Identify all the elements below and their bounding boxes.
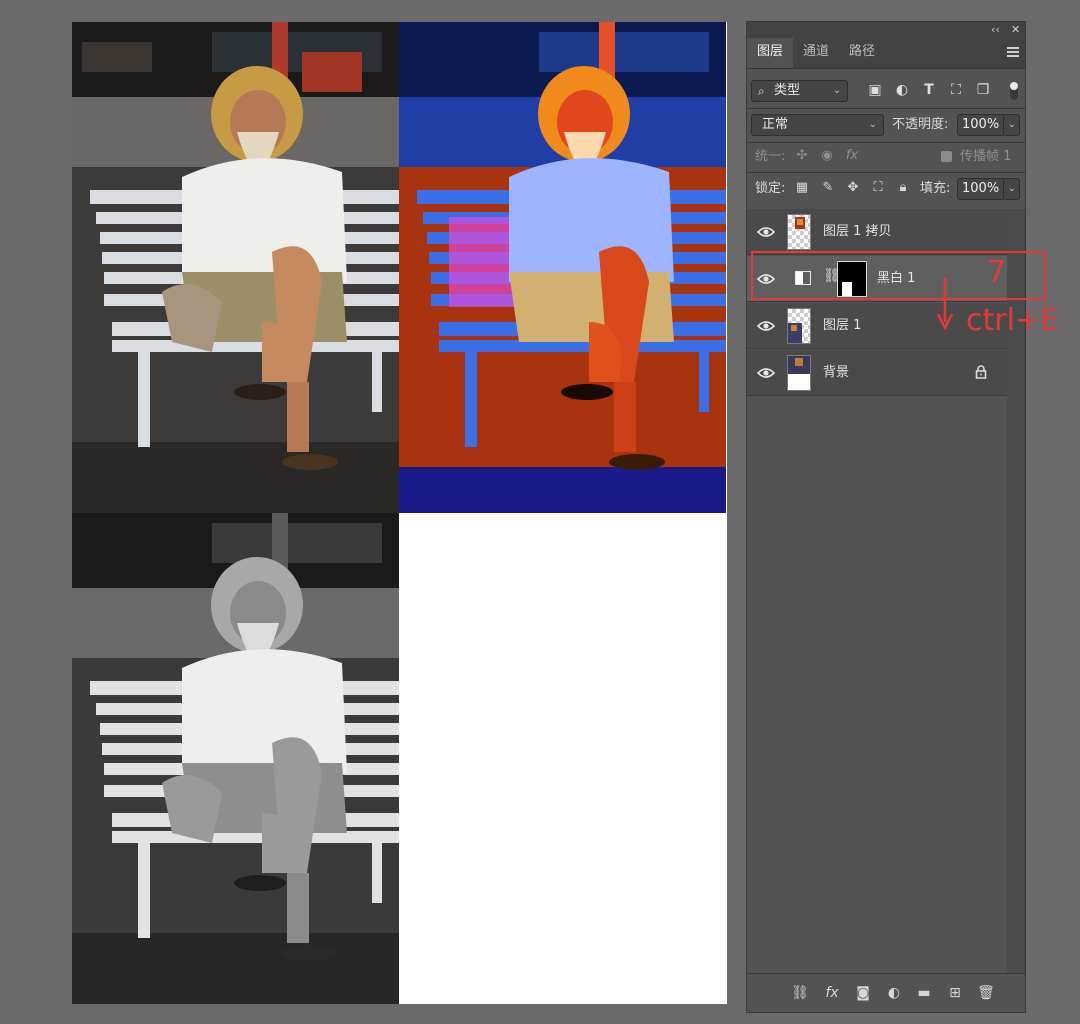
fill-label: 填充: (920, 181, 951, 196)
chevron-down-icon: ⌄ (832, 85, 841, 96)
visibility-eye-icon[interactable] (757, 317, 775, 335)
lock-label: 锁定: (755, 181, 786, 196)
layer-row[interactable]: 背景 (747, 350, 1007, 396)
visibility-eye-icon[interactable] (757, 364, 775, 382)
chevron-down-icon: ⌄ (1007, 119, 1016, 130)
panel-tabs: 图层 通道 路径 (747, 38, 1025, 69)
annotation-down-arrow-icon (936, 278, 954, 330)
panel-menu-icon[interactable] (1007, 47, 1019, 57)
annotation-step-number: 7 (987, 255, 1007, 290)
chevron-down-icon: ⌄ (1007, 183, 1016, 194)
lock-image-brush-icon[interactable]: ✎ (819, 178, 837, 198)
layer-thumbnail (787, 308, 811, 344)
new-group-folder-icon[interactable]: ▬ (914, 984, 934, 1002)
photo-original (72, 22, 399, 513)
delete-layer-trash-icon[interactable]: 🗑︎ (976, 984, 996, 1002)
filter-type-icon[interactable]: T (920, 81, 938, 99)
fill-field[interactable]: 100% (957, 178, 1005, 200)
collapse-panel-icon[interactable]: ‹‹ (991, 22, 1000, 38)
lock-row: 锁定: ▦ ✎ ✥ ⛶ 🔒︎ 填充: 100% ⌄ (747, 178, 1025, 204)
opacity-field[interactable]: 100% (957, 114, 1005, 136)
filter-type-dropdown[interactable]: ⌕ 类型 ⌄ (751, 80, 848, 102)
opacity-label: 不透明度: (892, 117, 949, 132)
propagate-checkbox[interactable] (941, 151, 952, 162)
layer-row[interactable]: 图层 1 拷贝 (747, 209, 1007, 255)
unify-label: 统一: (755, 149, 786, 164)
layers-bottom-toolbar: ⛓ fx ◙ ◐ ▬ ⊞ 🗑︎ (747, 973, 1025, 1012)
unify-style-icon[interactable]: fx (843, 146, 861, 166)
link-layers-icon[interactable]: ⛓ (790, 984, 810, 1002)
add-mask-icon[interactable]: ◙ (853, 984, 873, 1002)
filter-pixel-icon[interactable]: ▣ (866, 81, 884, 99)
empty-white-area (399, 513, 726, 1004)
lock-all-icon[interactable]: 🔒︎ (894, 178, 912, 198)
unify-visibility-icon[interactable]: ◉ (818, 146, 836, 166)
lock-transparent-icon[interactable]: ▦ (793, 178, 811, 198)
lock-position-move-icon[interactable]: ✥ (844, 178, 862, 198)
layer-thumbnail (787, 355, 811, 391)
opacity-slider-button[interactable]: ⌄ (1003, 114, 1020, 136)
annotation-shortcut-text: ctrl+E (966, 303, 1060, 338)
unify-row: 统一: ✣ ◉ fx 传播帧 1 (747, 146, 1025, 168)
propagate-frame-label: 传播帧 1 (960, 149, 1012, 164)
search-icon: ⌕ (758, 84, 765, 98)
photo-black-white (72, 513, 399, 1004)
layers-panel: ‹‹ ✕ 图层 通道 路径 ⌕ 类型 ⌄ ▣ ◐ T ⛶ ❐ 正常 ⌄ 不透明度… (746, 21, 1026, 1013)
filter-row: ⌕ 类型 ⌄ ▣ ◐ T ⛶ ❐ (747, 78, 1025, 104)
layer-name: 图层 1 拷贝 (823, 224, 892, 239)
layer-name: 背景 (823, 365, 850, 380)
filter-type-label: 类型 (774, 83, 801, 98)
new-adjustment-layer-icon[interactable]: ◐ (884, 984, 904, 1002)
filter-adjustment-icon[interactable]: ◐ (893, 81, 911, 99)
blend-mode-dropdown[interactable]: 正常 ⌄ (751, 114, 884, 136)
blend-mode-value: 正常 (762, 117, 789, 132)
layer-thumbnail (787, 214, 811, 250)
chevron-down-icon: ⌄ (868, 119, 877, 130)
tab-channels[interactable]: 通道 (793, 38, 839, 68)
lock-icon[interactable] (975, 365, 987, 379)
add-layer-style-icon[interactable]: fx (822, 984, 842, 1002)
filter-smart-object-icon[interactable]: ❐ (974, 81, 992, 99)
blend-row: 正常 ⌄ 不透明度: 100% ⌄ (747, 112, 1025, 138)
close-panel-icon[interactable]: ✕ (1011, 22, 1020, 38)
filter-shape-icon[interactable]: ⛶ (947, 81, 965, 99)
visibility-eye-icon[interactable] (757, 223, 775, 241)
document-canvas[interactable] (72, 22, 727, 1004)
tab-paths[interactable]: 路径 (839, 38, 885, 68)
fill-slider-button[interactable]: ⌄ (1003, 178, 1020, 200)
layer-name: 图层 1 (823, 318, 862, 333)
lock-artboard-icon[interactable]: ⛶ (869, 178, 887, 198)
photo-inverted-color (399, 22, 726, 513)
new-layer-icon[interactable]: ⊞ (945, 984, 965, 1002)
tab-layers[interactable]: 图层 (747, 38, 794, 68)
unify-position-icon[interactable]: ✣ (793, 146, 811, 166)
panel-header-bar: ‹‹ ✕ (747, 22, 1025, 38)
filter-toggle[interactable] (1010, 82, 1018, 100)
